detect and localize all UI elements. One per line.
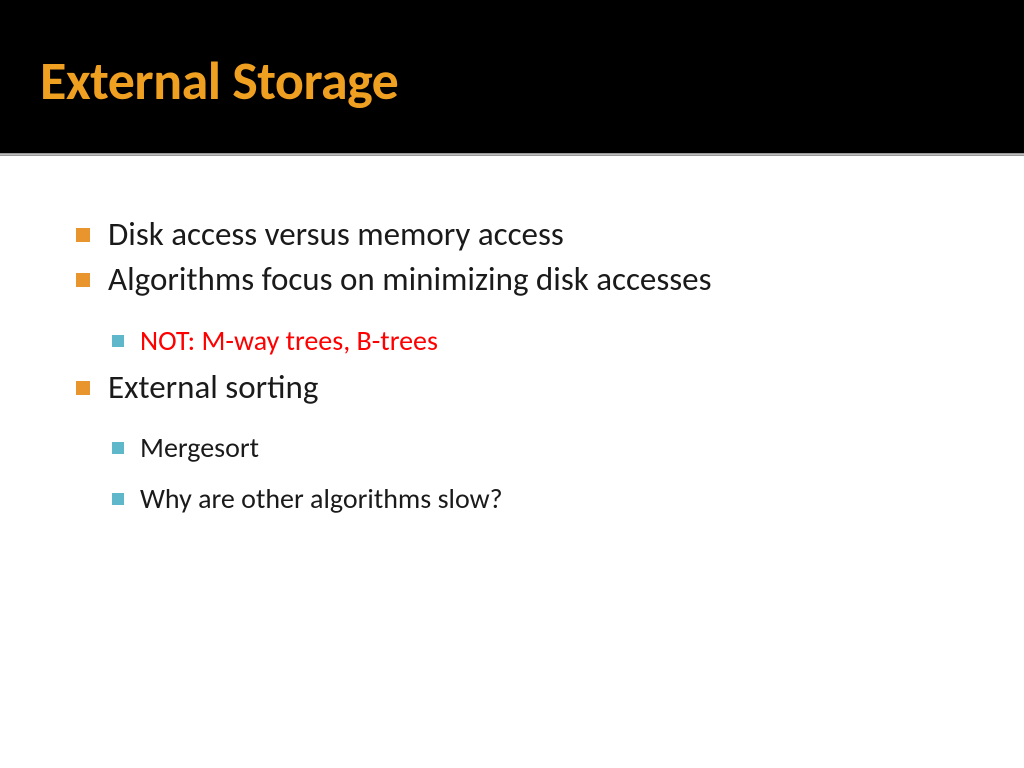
bullet-text: Mergesort <box>140 430 259 466</box>
bullet-level1: Disk access versus memory access <box>76 214 964 255</box>
slide-title: External Storage <box>40 48 984 114</box>
bullet-text: Disk access versus memory access <box>108 214 564 255</box>
bullet-icon <box>76 228 90 242</box>
bullet-level2: NOT: M-way trees, B-trees <box>112 323 964 359</box>
bullet-text: Algorithms focus on minimizing disk acce… <box>108 259 712 300</box>
bullet-text: Why are other algorithms slow? <box>140 481 503 517</box>
slide-content: Disk access versus memory access Algorit… <box>0 156 1024 565</box>
bullet-level2: Mergesort <box>112 430 964 466</box>
bullet-level2: Why are other algorithms slow? <box>112 481 964 517</box>
bullet-icon <box>76 273 90 287</box>
bullet-icon <box>112 493 124 505</box>
bullet-icon <box>76 381 90 395</box>
bullet-icon <box>112 442 124 454</box>
slide-header: External Storage <box>0 0 1024 153</box>
bullet-text: NOT: M-way trees, B-trees <box>140 323 438 359</box>
bullet-level1: Algorithms focus on minimizing disk acce… <box>76 259 964 300</box>
bullet-icon <box>112 335 124 347</box>
bullet-text: External sorting <box>108 367 318 408</box>
bullet-level1: External sorting <box>76 367 964 408</box>
